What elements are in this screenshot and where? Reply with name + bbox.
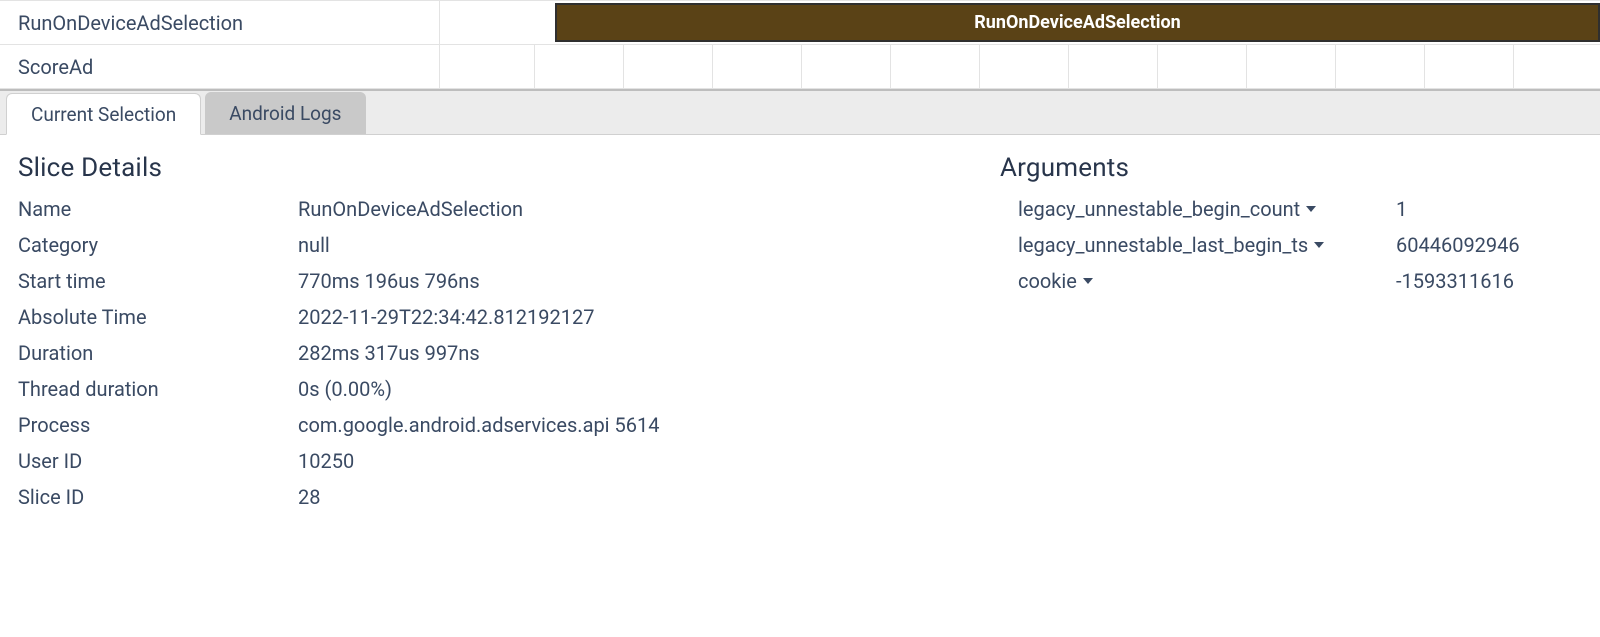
arg-key-begin-count[interactable]: legacy_unnestable_begin_count <box>1018 197 1396 221</box>
field-label-slice-id: Slice ID <box>18 485 298 509</box>
caret-down-icon <box>1083 278 1093 284</box>
tab-label: Android Logs <box>229 102 341 125</box>
tab-strip: Current Selection Android Logs <box>0 89 1600 135</box>
arguments-grid: legacy_unnestable_begin_count 1 legacy_u… <box>1000 197 1592 293</box>
field-label-user-id: User ID <box>18 449 298 473</box>
field-label-duration: Duration <box>18 341 298 365</box>
trace-canvas[interactable]: RunOnDeviceAdSelection <box>440 1 1600 45</box>
arg-key-label: cookie <box>1018 269 1077 293</box>
arg-key-label: legacy_unnestable_last_begin_ts <box>1018 233 1308 257</box>
trace-row-label: RunOnDeviceAdSelection <box>18 11 243 35</box>
trace-row-runondevice: RunOnDeviceAdSelection RunOnDeviceAdSele… <box>0 1 1600 45</box>
slice-details: Slice Details Name RunOnDeviceAdSelectio… <box>18 153 968 509</box>
arg-key-begin-ts[interactable]: legacy_unnestable_last_begin_ts <box>1018 233 1396 257</box>
tab-current-selection[interactable]: Current Selection <box>6 93 201 135</box>
trace-row-title[interactable]: ScoreAd <box>0 45 440 89</box>
arg-key-cookie[interactable]: cookie <box>1018 269 1396 293</box>
field-label-process: Process <box>18 413 298 437</box>
trace-rows: RunOnDeviceAdSelection RunOnDeviceAdSele… <box>0 0 1600 89</box>
details-panel: Slice Details Name RunOnDeviceAdSelectio… <box>0 135 1600 509</box>
arg-value-begin-count: 1 <box>1396 197 1592 221</box>
field-value-absolute-time: 2022-11-29T22:34:42.812192127 <box>298 305 968 329</box>
trace-slice-label: RunOnDeviceAdSelection <box>974 12 1180 33</box>
field-value-user-id: 10250 <box>298 449 968 473</box>
field-value-thread-duration: 0s (0.00%) <box>298 377 968 401</box>
trace-slice-bar[interactable]: RunOnDeviceAdSelection <box>555 3 1600 42</box>
trace-row-title[interactable]: RunOnDeviceAdSelection <box>0 1 440 45</box>
field-label-absolute-time: Absolute Time <box>18 305 298 329</box>
field-value-process: com.google.android.adservices.api 5614 <box>298 413 968 437</box>
arg-value-cookie: -1593311616 <box>1396 269 1592 293</box>
arg-key-label: legacy_unnestable_begin_count <box>1018 197 1300 221</box>
field-value-duration: 282ms 317us 997ns <box>298 341 968 365</box>
field-label-name: Name <box>18 197 298 221</box>
trace-canvas[interactable] <box>440 45 1600 89</box>
field-value-category: null <box>298 233 968 257</box>
trace-grid <box>440 45 1600 88</box>
arg-value-begin-ts: 60446092946 <box>1396 233 1592 257</box>
caret-down-icon <box>1314 242 1324 248</box>
slice-details-title: Slice Details <box>18 153 968 183</box>
field-label-start-time: Start time <box>18 269 298 293</box>
arguments-title: Arguments <box>1000 153 1592 183</box>
field-label-thread-duration: Thread duration <box>18 377 298 401</box>
field-value-name: RunOnDeviceAdSelection <box>298 197 968 221</box>
trace-row-scoread: ScoreAd <box>0 45 1600 89</box>
tab-label: Current Selection <box>31 103 176 126</box>
slice-details-grid: Name RunOnDeviceAdSelection Category nul… <box>18 197 968 509</box>
caret-down-icon <box>1306 206 1316 212</box>
field-value-slice-id: 28 <box>298 485 968 509</box>
field-value-start-time: 770ms 196us 796ns <box>298 269 968 293</box>
trace-row-label: ScoreAd <box>18 55 93 79</box>
field-label-category: Category <box>18 233 298 257</box>
arguments-section: Arguments legacy_unnestable_begin_count … <box>1000 153 1592 509</box>
tab-android-logs[interactable]: Android Logs <box>205 92 365 134</box>
